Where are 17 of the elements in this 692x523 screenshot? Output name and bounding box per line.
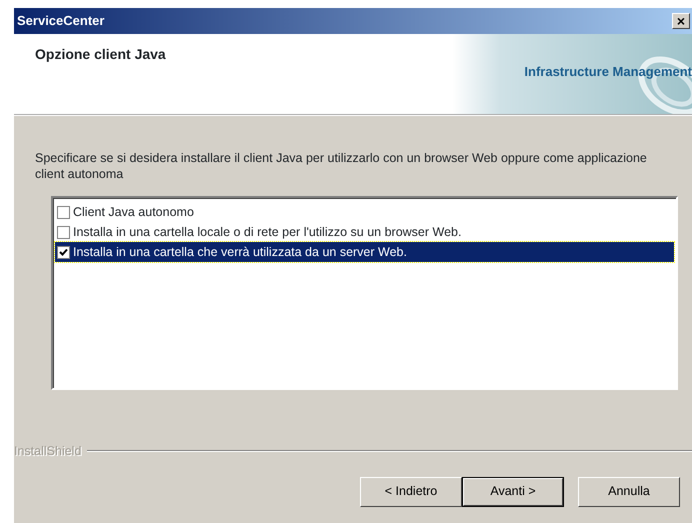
checkbox[interactable] xyxy=(57,226,70,238)
checkbox[interactable] xyxy=(57,246,70,258)
option-row[interactable]: Installa in una cartella che verrà utilizzata da un server Web. xyxy=(55,242,674,262)
close-button[interactable]: × xyxy=(672,13,690,29)
window-title: ServiceCenter xyxy=(17,12,104,30)
wizard-button[interactable]: Annulla xyxy=(578,476,680,507)
description-text: Specificare se si desidera installare il client Java per utilizzarlo con un browser Web oppure come applicazione client autonoma xyxy=(35,150,648,182)
checkbox[interactable] xyxy=(57,206,70,218)
wizard-button[interactable]: < Indietro xyxy=(360,476,462,507)
option-row[interactable]: Installa in una cartella locale o di rete per l'utilizzo su un browser Web. xyxy=(55,222,674,242)
brand-label: Infrastructure Management xyxy=(524,63,692,81)
option-row[interactable]: Client Java autonomo xyxy=(55,202,674,222)
option-label: Installa in una cartella che verrà utilizzata da un server Web. xyxy=(73,244,407,261)
page-title: Opzione client Java xyxy=(35,46,166,64)
wizard-button[interactable]: Avanti > xyxy=(462,476,564,507)
option-label: Client Java autonomo xyxy=(73,204,194,221)
option-label: Installa in una cartella locale o di rete per l'utilizzo su un browser Web. xyxy=(73,224,462,241)
